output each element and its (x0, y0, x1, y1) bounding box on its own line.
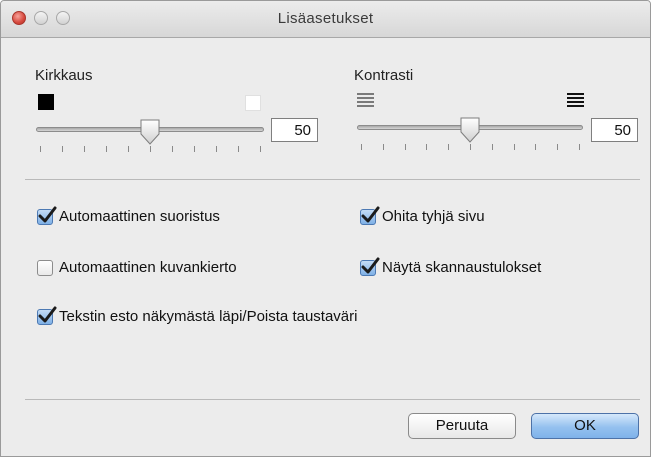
contrast-value-field[interactable]: 50 (591, 118, 638, 142)
slider-tick (514, 144, 515, 150)
slider-tick (361, 144, 362, 150)
slider-tick (194, 146, 195, 152)
slider-tick (557, 144, 558, 150)
low-contrast-lines-icon (357, 93, 374, 107)
slider-tick (260, 146, 261, 152)
slider-tick (492, 144, 493, 150)
skip-blank-page-label: Ohita tyhjä sivu (382, 208, 485, 225)
cancel-button[interactable]: Peruuta (408, 413, 516, 439)
auto-deskew-option[interactable]: Automaattinen suoristus (37, 206, 220, 225)
contrast-label: Kontrasti (354, 67, 414, 84)
black-square-icon (38, 94, 54, 110)
slider-tick (238, 146, 239, 152)
bleed-through-option[interactable]: Tekstin esto näkymästä läpi/Poista taust… (37, 306, 358, 325)
show-scan-results-checkbox[interactable] (360, 257, 380, 276)
brightness-slider-thumb[interactable] (139, 119, 161, 145)
bleed-through-label: Tekstin esto näkymästä läpi/Poista taust… (59, 308, 358, 325)
slider-tick (128, 146, 129, 152)
slider-tick (106, 146, 107, 152)
advanced-settings-dialog: Lisäasetukset Kirkkaus 50 Kontrasti 50 A… (0, 0, 651, 457)
slider-tick (535, 144, 536, 150)
checkmark-icon (361, 257, 380, 273)
brightness-label: Kirkkaus (35, 67, 93, 84)
high-contrast-lines-icon (567, 93, 584, 107)
upper-divider (25, 179, 640, 180)
slider-tick (405, 144, 406, 150)
contrast-slider-thumb[interactable] (459, 117, 481, 143)
slider-tick (383, 144, 384, 150)
skip-blank-page-option[interactable]: Ohita tyhjä sivu (360, 206, 485, 225)
show-scan-results-label: Näytä skannaustulokset (382, 259, 542, 276)
contrast-ticks (357, 144, 583, 152)
slider-tick (40, 146, 41, 152)
slider-tick (172, 146, 173, 152)
slider-tick (150, 146, 151, 152)
title-bar: Lisäasetukset (1, 1, 650, 38)
show-scan-results-option[interactable]: Näytä skannaustulokset (360, 257, 542, 276)
ok-button[interactable]: OK (531, 413, 639, 439)
slider-tick (84, 146, 85, 152)
lower-divider (25, 399, 640, 400)
white-square-icon (245, 95, 261, 111)
skip-blank-page-checkbox[interactable] (360, 206, 380, 225)
auto-rotate-label: Automaattinen kuvankierto (59, 259, 237, 276)
brightness-value-field[interactable]: 50 (271, 118, 318, 142)
auto-rotate-checkbox[interactable] (37, 259, 53, 276)
slider-tick (426, 144, 427, 150)
slider-tick (216, 146, 217, 152)
auto-rotate-option[interactable]: Automaattinen kuvankierto (37, 259, 237, 276)
slider-tick (62, 146, 63, 152)
bleed-through-checkbox[interactable] (37, 306, 57, 325)
brightness-ticks (36, 146, 264, 154)
checkmark-icon (38, 306, 57, 322)
auto-deskew-label: Automaattinen suoristus (59, 208, 220, 225)
checkmark-icon (361, 206, 380, 222)
auto-deskew-checkbox[interactable] (37, 206, 57, 225)
slider-tick (470, 144, 471, 150)
slider-tick (448, 144, 449, 150)
slider-tick (579, 144, 580, 150)
checkmark-icon (38, 206, 57, 222)
window-title: Lisäasetukset (277, 10, 374, 27)
